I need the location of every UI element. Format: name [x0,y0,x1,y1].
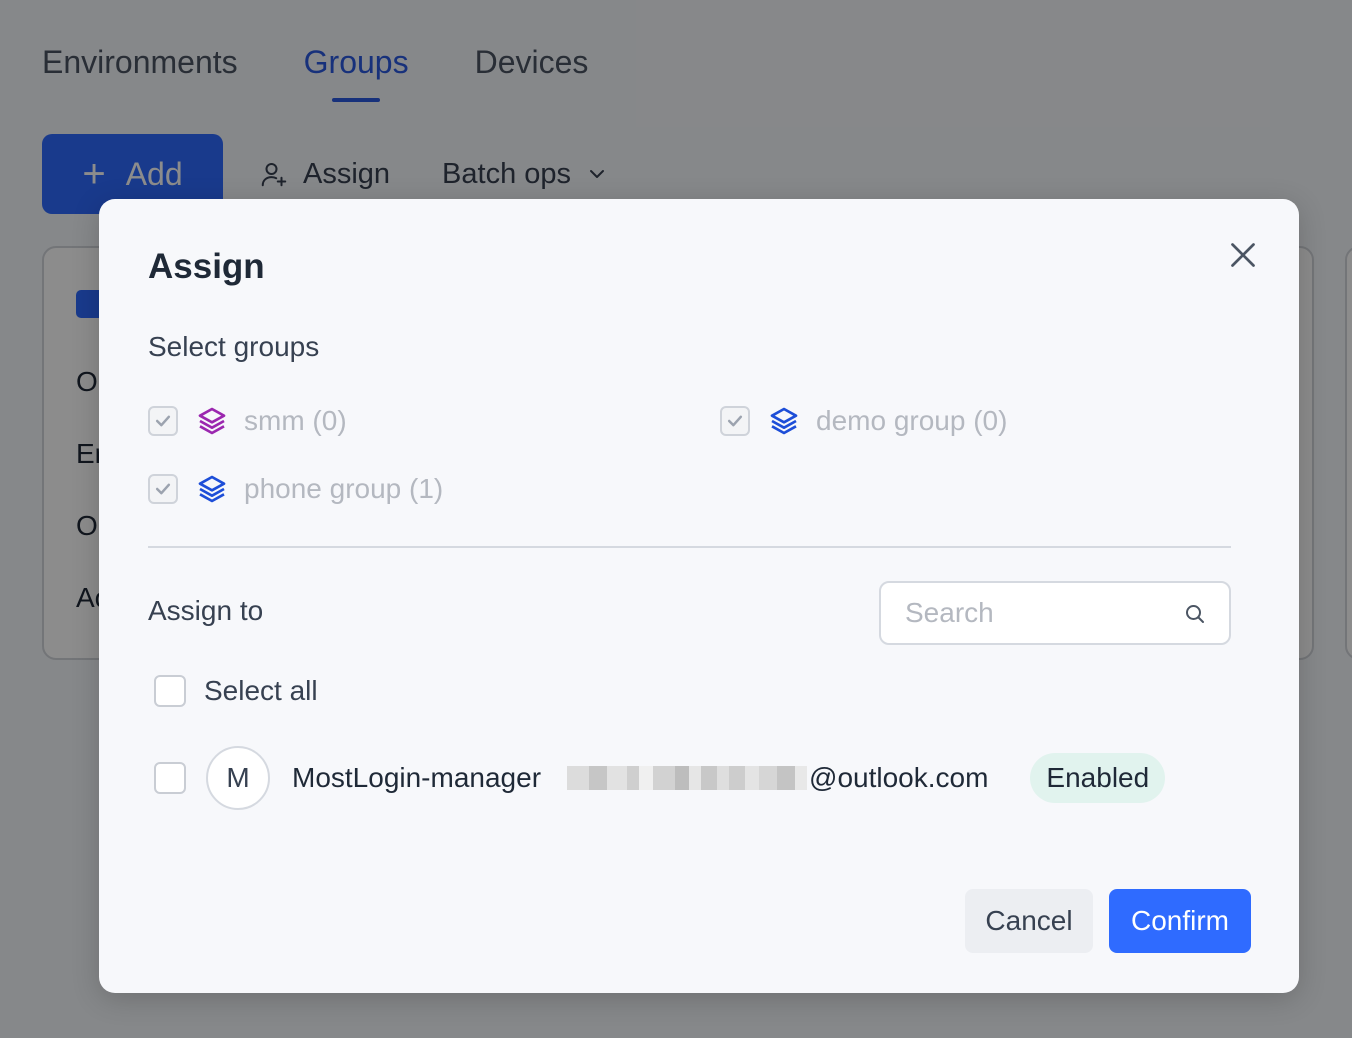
group-label: phone group (1) [244,473,444,504]
select-all-row[interactable]: Select all [154,675,318,707]
user-email: @outlook.com [567,762,988,794]
redacted-email-blur [567,766,808,790]
layers-icon [198,475,226,503]
layers-icon [770,407,798,435]
dialog-title: Assign [148,247,265,286]
select-all-checkbox[interactable] [154,675,186,707]
group-checkbox[interactable] [148,474,178,504]
user-row[interactable]: M MostLogin-manager @outlook.com Enabled [154,746,1166,810]
user-checkbox[interactable] [154,762,186,794]
close-icon[interactable] [1225,237,1261,273]
select-groups-label: Select groups [148,331,320,362]
search-box [879,581,1231,645]
group-checkbox[interactable] [720,406,750,436]
status-badge: Enabled [1030,753,1166,803]
check-icon [727,415,743,427]
email-domain: @outlook.com [809,762,989,793]
select-all-label: Select all [204,675,318,706]
group-option-phone-group[interactable]: phone group (1) [148,473,443,505]
avatar: M [206,746,270,810]
confirm-button[interactable]: Confirm [1109,889,1251,953]
cancel-button[interactable]: Cancel [965,889,1093,953]
assign-to-label: Assign to [148,595,264,626]
check-icon [155,415,171,427]
group-option-smm[interactable]: smm (0) [148,405,347,437]
assign-dialog: Assign Select groups smm (0) demo group … [99,199,1299,993]
check-icon [155,483,171,495]
search-icon[interactable] [1183,602,1207,626]
group-option-demo-group[interactable]: demo group (0) [720,405,1007,437]
group-label: demo group (0) [816,405,1008,436]
group-checkbox[interactable] [148,406,178,436]
group-label: smm (0) [244,405,347,436]
user-name: MostLogin-manager [292,762,542,793]
search-input[interactable] [903,596,1167,630]
layers-icon [198,407,226,435]
divider [148,546,1231,548]
